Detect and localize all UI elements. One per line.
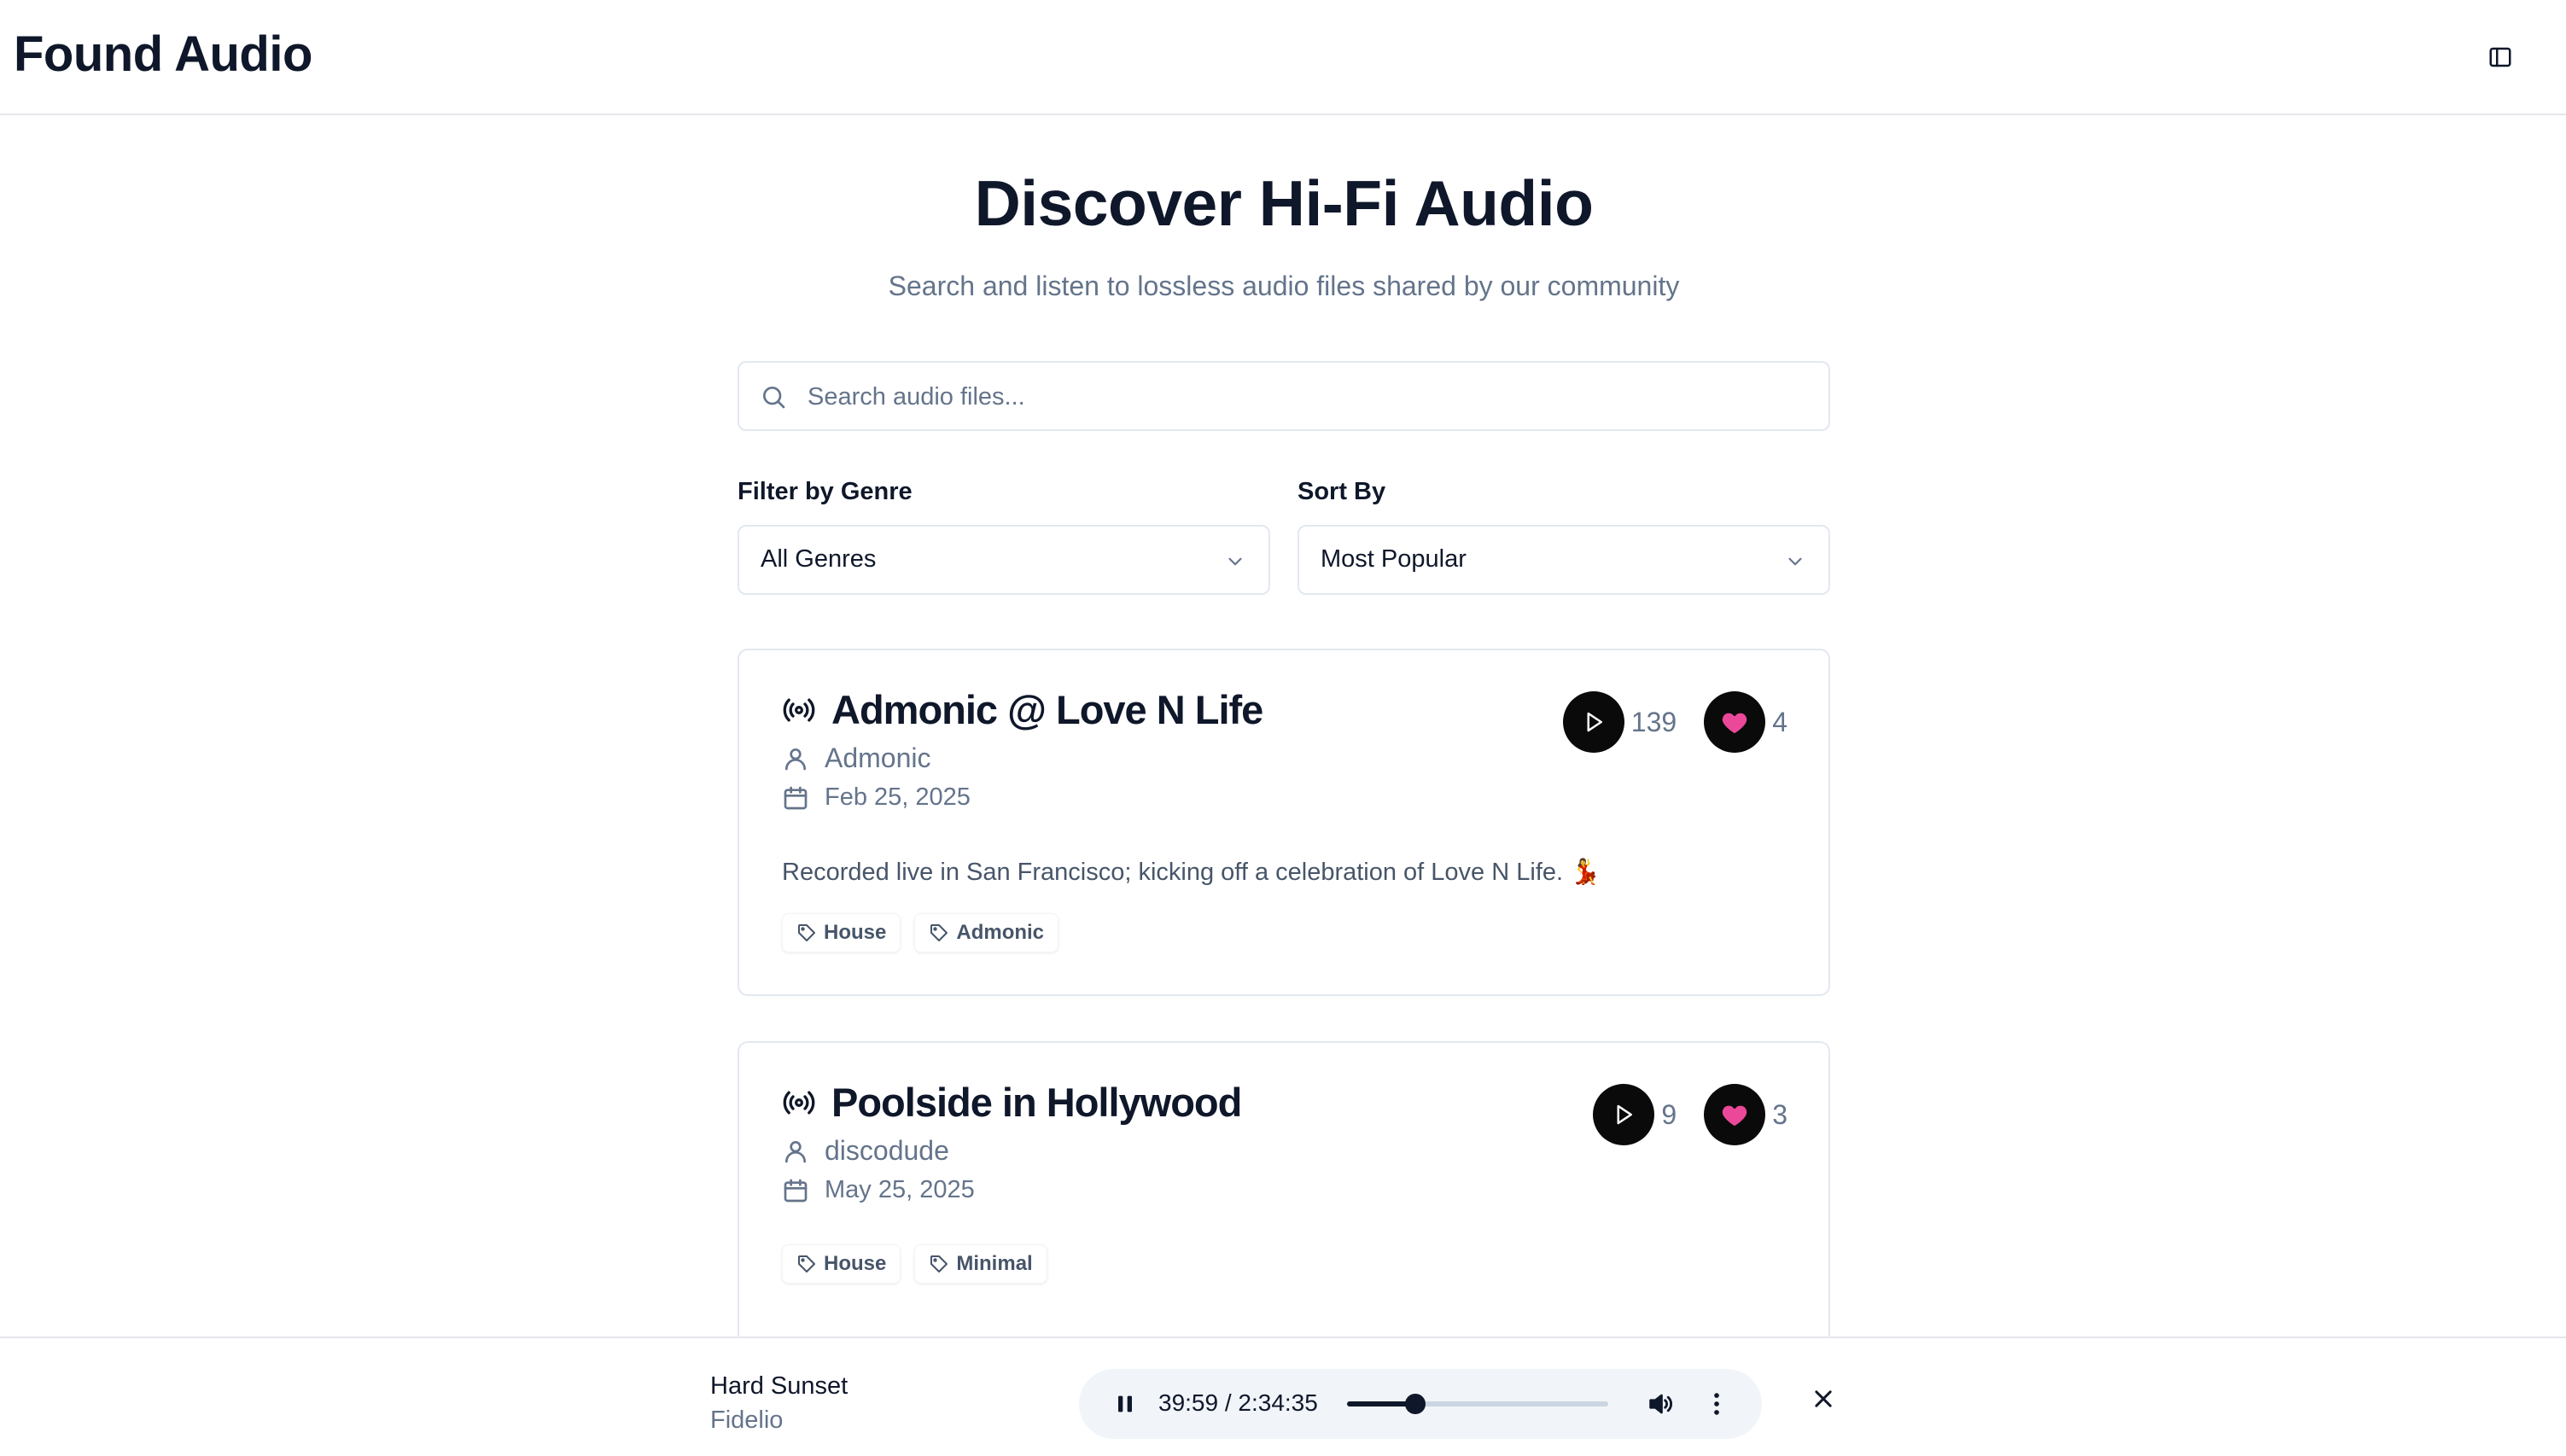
tag-chip[interactable]: Admonic	[914, 913, 1059, 952]
playback-time: 39:59 / 2:34:35	[1158, 1389, 1318, 1416]
search-icon	[763, 387, 785, 409]
calendar-icon	[784, 786, 808, 809]
more-options-button[interactable]	[1702, 1389, 1731, 1423]
like-button[interactable]	[1704, 1084, 1766, 1145]
tag-label: House	[824, 1252, 887, 1275]
tag-label: Minimal	[956, 1252, 1033, 1275]
genre-select[interactable]: All Genres	[738, 525, 1270, 595]
page-subtitle: Search and listen to lossless audio file…	[888, 271, 1680, 301]
pause-button[interactable]	[1111, 1390, 1139, 1422]
card-date-row: May 25, 2025	[782, 1176, 975, 1204]
chevron-down-icon	[1228, 557, 1242, 566]
close-player-button[interactable]	[1811, 1387, 1835, 1415]
page-title: Discover Hi-Fi Audio	[974, 167, 1594, 239]
progress-thumb[interactable]	[1404, 1394, 1426, 1414]
player-controls: 39:59 / 2:34:35	[1079, 1369, 1762, 1439]
card-title-row: Poolside in Hollywood	[782, 1079, 1242, 1126]
now-playing-title: Hard Sunset	[710, 1372, 849, 1400]
more-vertical-icon	[1714, 1393, 1719, 1415]
user-icon	[785, 748, 806, 770]
card-stats: 9 3	[1593, 1084, 1787, 1145]
tag-icon	[798, 1255, 815, 1273]
tag-chip[interactable]: House	[782, 913, 901, 952]
like-count: 3	[1772, 1098, 1787, 1130]
card-stats: 139 4	[1562, 691, 1787, 753]
tag-icon	[930, 1255, 948, 1273]
pause-icon	[1118, 1395, 1132, 1412]
now-playing-artist: Fidelio	[710, 1406, 784, 1434]
heart-icon	[1723, 1105, 1747, 1126]
sidebar-toggle-button[interactable]	[2484, 41, 2516, 73]
card-date: May 25, 2025	[825, 1176, 975, 1203]
tag-label: Admonic	[956, 921, 1045, 944]
audio-card[interactable]: Admonic @ Love N Life Admonic Feb 25, 20…	[738, 649, 1830, 996]
card-artist[interactable]: discodude	[825, 1135, 949, 1167]
close-icon	[1815, 1390, 1832, 1407]
broadcast-icon	[783, 1091, 815, 1114]
broadcast-icon	[783, 698, 815, 721]
user-icon	[785, 1140, 806, 1162]
sort-label: Sort By	[1298, 478, 1386, 505]
play-count: 139	[1630, 706, 1677, 737]
play-icon	[1617, 1104, 1633, 1125]
card-artist-row: Admonic	[782, 743, 931, 774]
top-header: Found Audio	[0, 0, 2566, 115]
search-box	[738, 361, 1830, 431]
card-tags: House Admonic	[782, 913, 1059, 952]
heart-icon	[1723, 713, 1747, 733]
genre-select-value: All Genres	[761, 545, 877, 573]
sort-select[interactable]: Most Popular	[1298, 525, 1830, 595]
card-date-row: Feb 25, 2025	[782, 783, 971, 812]
play-button[interactable]	[1593, 1084, 1655, 1145]
like-count: 4	[1772, 706, 1787, 737]
play-icon	[1587, 712, 1602, 732]
app-root: Found Audio Discover Hi-Fi Audio Search …	[0, 0, 2566, 1456]
panel-left-icon	[2489, 47, 2511, 67]
audio-card[interactable]: Poolside in Hollywood discodude May 25, …	[738, 1041, 1830, 1348]
tag-chip[interactable]: Minimal	[914, 1244, 1047, 1284]
audio-player-bar: Hard Sunset Fidelio 39:59 / 2:34:35	[0, 1337, 2566, 1456]
play-count: 9	[1661, 1098, 1677, 1130]
tag-chip[interactable]: House	[782, 1244, 901, 1284]
card-title-row: Admonic @ Love N Life	[782, 686, 1263, 733]
card-artist[interactable]: Admonic	[825, 743, 931, 774]
brand-title[interactable]: Found Audio	[14, 26, 312, 83]
tag-icon	[798, 924, 815, 941]
card-title[interactable]: Poolside in Hollywood	[831, 1079, 1242, 1126]
card-date: Feb 25, 2025	[825, 783, 971, 811]
calendar-icon	[784, 1179, 808, 1202]
card-description: Recorded live in San Francisco; kicking …	[782, 859, 1601, 886]
like-button[interactable]	[1704, 691, 1766, 753]
tag-label: House	[824, 921, 887, 944]
card-tags: House Minimal	[782, 1244, 1047, 1284]
chevron-down-icon	[1788, 557, 1802, 566]
card-artist-row: discodude	[782, 1135, 949, 1167]
genre-filter-label: Filter by Genre	[738, 478, 913, 505]
progress-slider[interactable]	[1347, 1394, 1608, 1414]
sort-select-value: Most Popular	[1321, 545, 1467, 573]
card-title[interactable]: Admonic @ Love N Life	[831, 686, 1263, 733]
search-input[interactable]	[808, 375, 1806, 419]
volume-icon	[1649, 1394, 1672, 1414]
tag-icon	[930, 924, 948, 941]
play-button[interactable]	[1562, 691, 1624, 753]
volume-button[interactable]	[1646, 1389, 1675, 1423]
